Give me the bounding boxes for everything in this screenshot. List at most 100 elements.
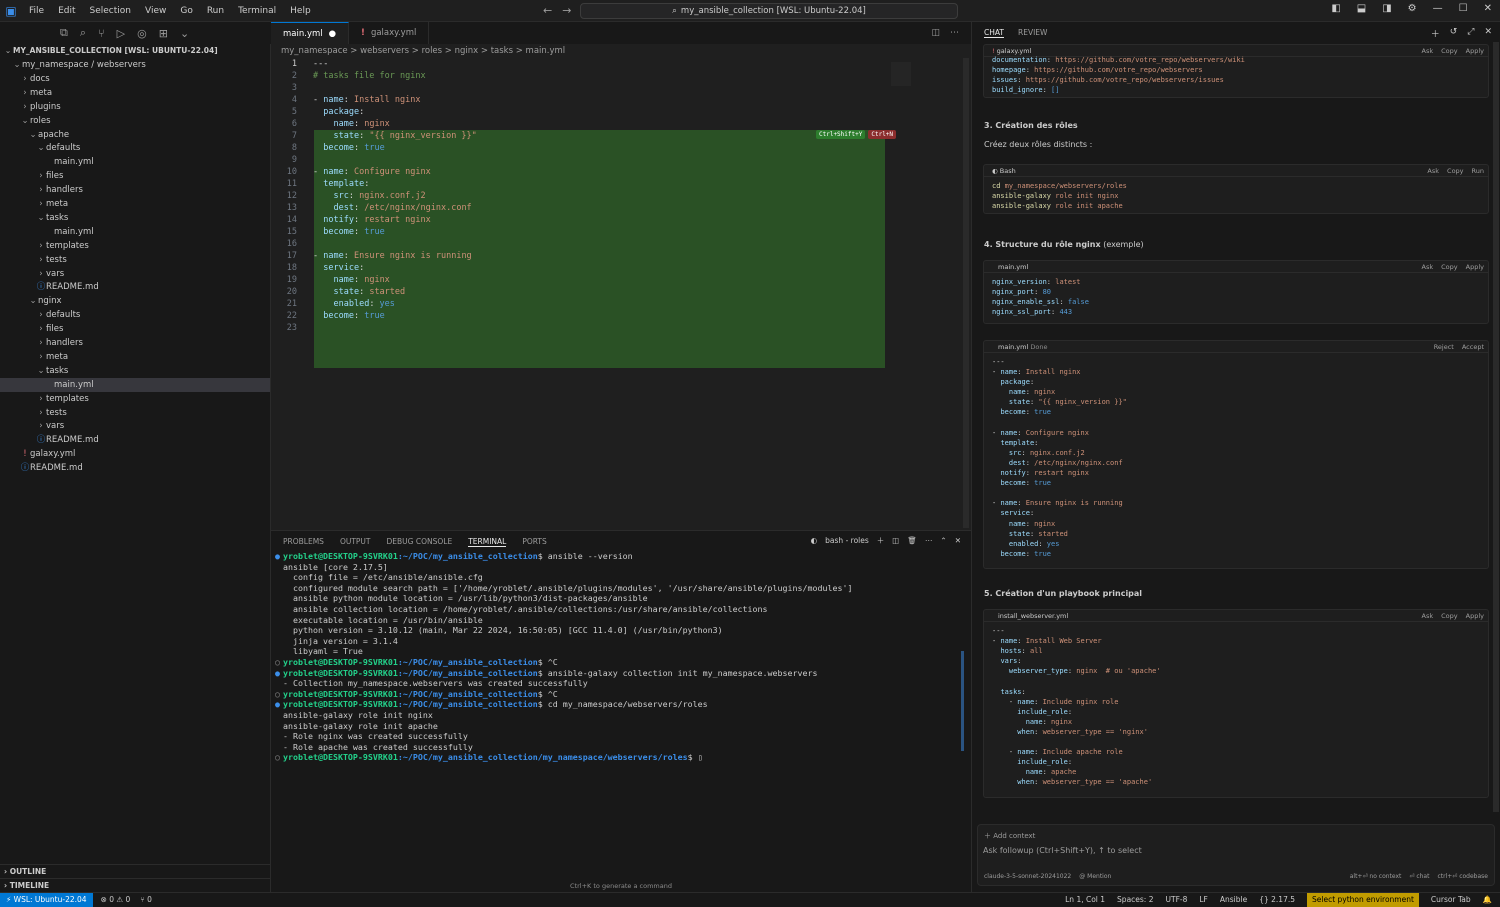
cursor-position[interactable]: Ln 1, Col 1 (1065, 895, 1105, 904)
menu-item-go[interactable]: Go (173, 6, 199, 16)
tree-item[interactable]: › tests (0, 253, 270, 267)
menu-item-selection[interactable]: Selection (83, 6, 138, 16)
tree-item[interactable]: › defaults (0, 308, 270, 322)
menu-item-file[interactable]: File (22, 6, 51, 16)
command-decoration-icon[interactable]: ○ (275, 657, 283, 668)
menu-item-view[interactable]: View (138, 6, 173, 16)
maximize-icon[interactable]: ☐ (1459, 3, 1468, 14)
breadcrumb[interactable]: my_namespace > webservers > roles > ngin… (281, 46, 565, 56)
tree-item[interactable]: ⌄my_namespace / webservers (0, 58, 270, 72)
accept-button[interactable]: Accept (1462, 341, 1484, 352)
layout-sidebar-icon[interactable]: ◧ (1331, 3, 1340, 14)
tab-chat[interactable]: CHAT (984, 28, 1005, 38)
layout-secondary-icon[interactable]: ◨ (1382, 3, 1391, 14)
search-icon[interactable]: ⌕ (80, 26, 86, 40)
tree-item[interactable]: main.yml (0, 225, 270, 239)
history-icon[interactable]: ↺ (1450, 27, 1458, 40)
tab-galaxy-yml[interactable]: ! galaxy.yml (349, 22, 430, 44)
language-mode[interactable]: Ansible (1220, 895, 1247, 904)
ports-count[interactable]: ⑂ 0 (140, 895, 152, 904)
split-editor-icon[interactable]: ◫ (931, 28, 940, 38)
menu-item-terminal[interactable]: Terminal (231, 6, 283, 16)
remote-indicator[interactable]: ⚡ WSL: Ubuntu-22.04 (0, 892, 93, 907)
tree-item[interactable]: ! galaxy.yml (0, 447, 270, 461)
ansible-version[interactable]: {} 2.17.5 (1259, 895, 1295, 904)
split-terminal-icon[interactable]: ◫ (892, 536, 899, 545)
codebase-hint[interactable]: ctrl+⏎ codebase (1437, 873, 1488, 880)
outline-section[interactable]: › OUTLINE (0, 864, 270, 878)
terminal-instance[interactable]: bash - roles (825, 536, 869, 545)
tree-item[interactable]: › meta (0, 350, 270, 364)
command-center[interactable]: ⌕ my_ansible_collection [WSL: Ubuntu-22.… (580, 3, 958, 19)
expand-icon[interactable]: ⤢ (1467, 27, 1474, 40)
layout-panel-icon[interactable]: ⬓ (1357, 3, 1366, 14)
tree-item[interactable]: ⌄tasks (0, 364, 270, 378)
source-control-icon[interactable]: ⑂ (98, 27, 105, 40)
minimap[interactable] (891, 62, 911, 86)
tree-item[interactable]: main.yml (0, 377, 270, 392)
bell-icon[interactable]: 🔔 (1483, 895, 1492, 904)
tab-terminal[interactable]: TERMINAL (468, 537, 507, 547)
tab-output[interactable]: OUTPUT (340, 537, 371, 547)
python-env-button[interactable]: Select python environment (1307, 892, 1419, 907)
more-actions-icon[interactable]: ⋯ (950, 28, 959, 38)
tree-item[interactable]: › templates (0, 392, 270, 406)
tree-item[interactable]: › meta (0, 86, 270, 100)
tree-item[interactable]: › plugins (0, 100, 270, 114)
tab-ports[interactable]: PORTS (522, 537, 546, 547)
explorer-root[interactable]: ⌄ MY_ANSIBLE_COLLECTION [WSL: UBUNTU-22.0… (0, 44, 270, 58)
tree-item[interactable]: ⌄defaults (0, 141, 270, 155)
forward-arrow-icon[interactable]: → (562, 4, 571, 17)
apply-button[interactable]: Apply (1466, 261, 1484, 272)
close-chat-icon[interactable]: ✕ (1484, 27, 1492, 40)
copy-button[interactable]: Copy (1441, 45, 1458, 56)
ask-button[interactable]: Ask (1427, 165, 1439, 176)
tab-main-yml[interactable]: main.yml ● (271, 22, 350, 45)
chevron-down-icon[interactable]: ⌄ (180, 27, 189, 40)
menu-item-help[interactable]: Help (283, 6, 318, 16)
copy-button[interactable]: Copy (1447, 165, 1464, 176)
menu-item-run[interactable]: Run (200, 6, 231, 16)
close-panel-icon[interactable]: ✕ (955, 536, 961, 545)
tree-item[interactable]: › docs (0, 72, 270, 86)
chat-hint[interactable]: ⏎ chat (1409, 873, 1429, 880)
tree-item[interactable]: › handlers (0, 336, 270, 350)
tree-item[interactable]: ⓘREADME.md (0, 280, 270, 294)
tab-debug-console[interactable]: DEBUG CONSOLE (387, 537, 453, 547)
ask-button[interactable]: Ask (1422, 261, 1434, 272)
accept-diff-button[interactable]: Ctrl+Shift+Y (816, 130, 866, 139)
menu-item-edit[interactable]: Edit (51, 6, 82, 16)
trash-icon[interactable]: 🗑 (907, 536, 917, 545)
command-decoration-icon[interactable]: ○ (275, 689, 283, 700)
command-decoration-icon[interactable]: ● (275, 699, 283, 710)
terminal-output[interactable]: ● yroblet@DESKTOP-9SVRK01:~/POC/my_ansibl… (275, 551, 965, 763)
tree-item[interactable]: › files (0, 322, 270, 336)
timeline-section[interactable]: › TIMELINE (0, 878, 270, 892)
terminal-scrollbar[interactable] (961, 651, 964, 751)
extensions-icon[interactable]: ⊞ (159, 27, 168, 40)
more-actions-icon[interactable]: ⋯ (925, 536, 933, 545)
tree-item[interactable]: main.yml (0, 155, 270, 169)
ask-button[interactable]: Ask (1422, 45, 1434, 56)
ask-button[interactable]: Ask (1422, 610, 1434, 621)
new-chat-icon[interactable]: ＋ (1431, 27, 1440, 40)
modified-dot-icon[interactable]: ● (329, 23, 336, 45)
reject-button[interactable]: Reject (1434, 341, 1454, 352)
no-context-hint[interactable]: alt+⏎ no context (1350, 873, 1402, 880)
tree-item[interactable]: ⌄nginx (0, 294, 270, 308)
tree-item[interactable]: ⓘREADME.md (0, 433, 270, 447)
run-button[interactable]: Run (1472, 165, 1484, 176)
followup-input[interactable]: Ask followup (Ctrl+Shift+Y), ↑ to select (983, 846, 1142, 855)
editor-scrollbar[interactable] (963, 58, 969, 528)
command-decoration-icon[interactable]: ○ (275, 752, 283, 763)
maximize-panel-icon[interactable]: ⌃ (940, 536, 946, 545)
code-editor[interactable]: Ctrl+Shift+Y Ctrl+N 1 --- 2 # tasks file fo… (271, 58, 961, 368)
tree-item[interactable]: ⌄tasks (0, 211, 270, 225)
copy-button[interactable]: Copy (1441, 261, 1458, 272)
tab-review[interactable]: REVIEW (1018, 28, 1047, 38)
tree-item[interactable]: › handlers (0, 183, 270, 197)
copy-button[interactable]: Copy (1441, 610, 1458, 621)
add-context-button[interactable]: ＋ Add context (984, 831, 1035, 841)
tree-item[interactable]: ⌄apache (0, 128, 270, 142)
tree-item[interactable]: ⌄roles (0, 114, 270, 128)
